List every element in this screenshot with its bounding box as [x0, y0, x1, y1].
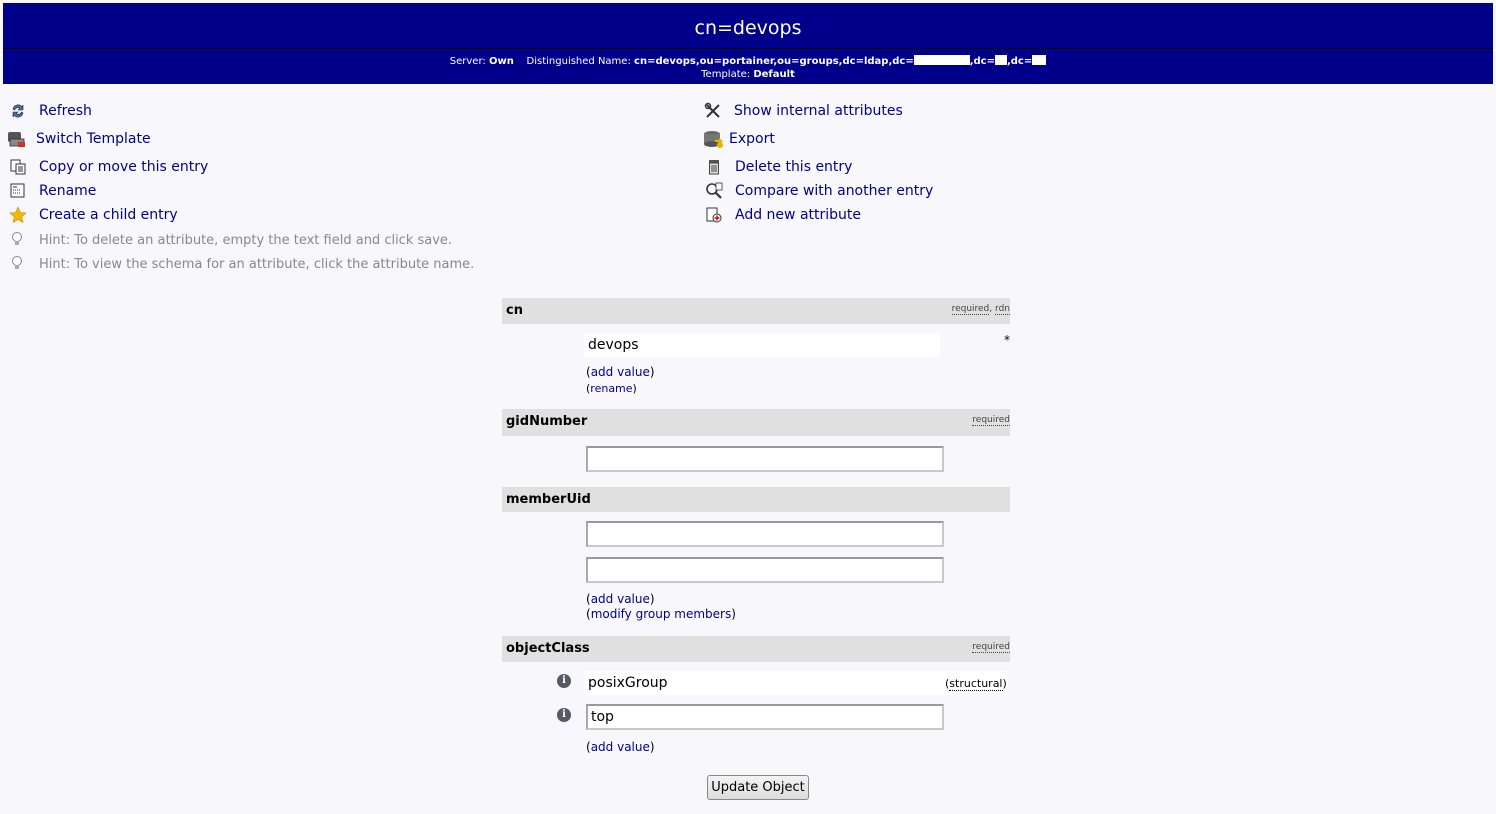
star-icon — [9, 206, 27, 224]
add-attribute-link[interactable]: Add new attribute — [735, 207, 861, 223]
memberuid-modify-members[interactable]: (modify group members) — [586, 607, 736, 621]
info-icon[interactable]: i — [557, 708, 571, 722]
compare-link[interactable]: Compare with another entry — [735, 183, 933, 199]
cn-add-value[interactable]: (add value) — [586, 365, 655, 379]
delete-link[interactable]: Delete this entry — [735, 159, 852, 175]
copy-icon — [9, 158, 27, 176]
rdn-asterisk: * — [1004, 333, 1010, 347]
server-value: Own — [488, 56, 514, 67]
info-icon[interactable]: i — [557, 674, 571, 688]
hint-text: Hint: To view the schema for an attribut… — [39, 256, 475, 272]
memberuid-input-1[interactable] — [586, 521, 944, 547]
refresh-action[interactable]: Refresh — [9, 101, 92, 121]
objectclass-input-2[interactable] — [586, 704, 944, 730]
flag-rdn: rdn — [995, 304, 1010, 315]
entry-info: Server: Own Distinguished Name: cn=devop… — [3, 55, 1493, 81]
attr-flags-cn: required, rdn — [951, 304, 1010, 315]
export-action[interactable]: Export — [703, 129, 775, 149]
memberuid-add-value[interactable]: (add value) — [586, 592, 655, 606]
cn-rename[interactable]: (rename) — [586, 382, 637, 395]
attr-header-objectclass: objectClass required — [502, 636, 1010, 662]
dn-part-2: ,dc= — [969, 56, 995, 67]
lightbulb-icon — [9, 231, 27, 249]
compare-action[interactable]: Compare with another entry — [705, 181, 933, 201]
structural-text: structural — [949, 677, 1003, 691]
add-value-link[interactable]: add value — [591, 592, 650, 606]
attr-header-cn: cn required, rdn — [502, 298, 1010, 324]
rename-link[interactable]: Rename — [39, 183, 96, 199]
dn-value: cn=devops,ou=portainer,ou=groups,dc=ldap… — [634, 55, 1047, 67]
tools-icon — [704, 102, 722, 120]
delete-action[interactable]: Delete this entry — [705, 157, 852, 177]
memberuid-input-2[interactable] — [586, 557, 944, 583]
page-title: cn=devops — [694, 17, 802, 39]
attr-header-gidnumber: gidNumber required — [502, 409, 1010, 436]
rename-attr-link[interactable]: rename — [590, 382, 632, 395]
structural-label: (structural) — [945, 677, 1007, 691]
rename-icon — [9, 182, 27, 200]
modify-group-members-link[interactable]: modify group members — [591, 607, 732, 621]
hint-text: Hint: To delete an attribute, empty the … — [39, 232, 453, 248]
compare-icon — [705, 182, 723, 200]
flag-required: required — [951, 304, 990, 315]
attr-flags-gidnumber: required — [972, 415, 1010, 426]
template-label: Template: — [701, 69, 751, 80]
switch-template-link[interactable]: Switch Template — [36, 131, 151, 147]
redacted-block — [913, 55, 970, 65]
flag-separator: , — [989, 304, 993, 314]
add-value-link[interactable]: add value — [591, 365, 650, 379]
rename-action[interactable]: Rename — [9, 181, 96, 201]
dn-part-1: cn=devops,ou=portainer,ou=groups,dc=ldap… — [634, 56, 914, 67]
server-label: Server: — [449, 56, 486, 67]
hint-delete: Hint: To delete an attribute, empty the … — [9, 230, 452, 250]
switch-template-action[interactable]: Switch Template — [6, 129, 151, 149]
gidnumber-input[interactable] — [586, 446, 944, 472]
dn-label: Distinguished Name: — [526, 56, 631, 67]
attr-name-objectclass[interactable]: objectClass — [506, 641, 590, 656]
redacted-block — [1032, 55, 1047, 65]
attr-header-memberuid: memberUid — [502, 487, 1010, 512]
export-link[interactable]: Export — [729, 131, 775, 147]
header-divider — [3, 48, 1493, 49]
cn-value: devops — [584, 333, 940, 357]
attr-name-memberuid[interactable]: memberUid — [506, 492, 591, 507]
add-attribute-icon — [705, 206, 723, 224]
refresh-link[interactable]: Refresh — [39, 103, 92, 119]
template-value: Default — [753, 69, 795, 80]
export-icon — [703, 130, 725, 148]
page-header: cn=devops Server: Own Distinguished Name… — [3, 3, 1493, 84]
add-attribute-action[interactable]: Add new attribute — [705, 205, 861, 225]
update-object-button[interactable]: Update Object — [707, 775, 809, 800]
redacted-block — [994, 55, 1007, 65]
switch-template-icon — [6, 130, 27, 148]
show-internal-link[interactable]: Show internal attributes — [734, 103, 903, 119]
objectclass-add-value[interactable]: (add value) — [586, 740, 655, 754]
add-value-link[interactable]: add value — [591, 740, 650, 754]
flag-required: required — [972, 642, 1010, 653]
trash-icon — [705, 158, 723, 176]
attr-flags-objectclass: required — [972, 642, 1010, 653]
flag-required: required — [972, 415, 1010, 426]
create-child-link[interactable]: Create a child entry — [39, 207, 178, 223]
refresh-icon — [9, 102, 27, 120]
dn-part-3: ,dc= — [1006, 56, 1033, 67]
attr-name-cn[interactable]: cn — [506, 303, 523, 318]
show-internal-action[interactable]: Show internal attributes — [704, 101, 903, 121]
hint-schema: Hint: To view the schema for an attribut… — [9, 254, 474, 274]
create-child-action[interactable]: Create a child entry — [9, 205, 178, 225]
attr-name-gidnumber[interactable]: gidNumber — [506, 414, 587, 429]
lightbulb-icon — [9, 255, 27, 273]
copy-move-action[interactable]: Copy or move this entry — [9, 157, 208, 177]
copy-move-link[interactable]: Copy or move this entry — [39, 159, 208, 175]
